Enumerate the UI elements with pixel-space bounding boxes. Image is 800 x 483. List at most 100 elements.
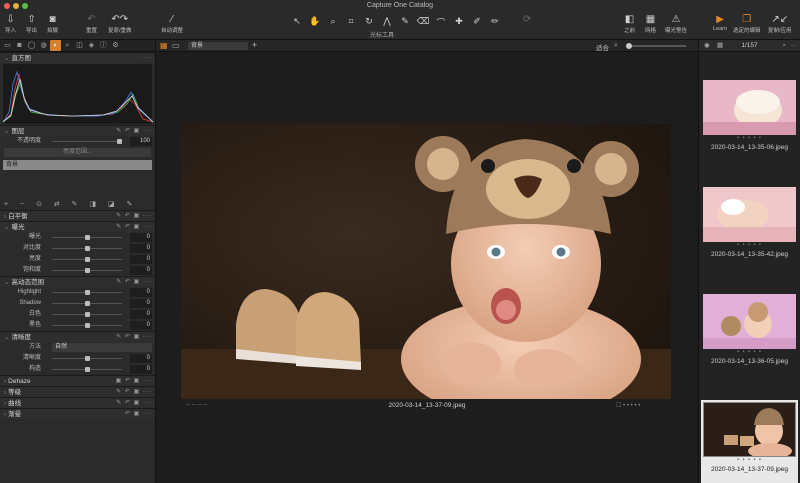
curves-header[interactable]: › 曲线 ✎ ↶ ▣ ··· bbox=[0, 397, 155, 408]
sync-button[interactable]: ⟳ bbox=[523, 14, 531, 26]
zoom-cursor-icon[interactable]: ⌕ bbox=[326, 16, 340, 29]
reset-button[interactable]: ↶ 重置 bbox=[86, 14, 97, 34]
slider-value[interactable]: 0 bbox=[130, 244, 152, 253]
auto-adjust-button[interactable]: ⁄ 自动调整 bbox=[161, 14, 183, 34]
batch-tab-icon[interactable]: ⚙ bbox=[110, 40, 121, 51]
grid-button[interactable]: ▦ 网格 bbox=[645, 14, 656, 34]
multi-view-icon[interactable]: ▭ bbox=[172, 41, 180, 50]
layers-header[interactable]: ⌄ 图层 ✎ ↶ ▣ ··· bbox=[0, 125, 155, 136]
annotate-cursor-icon[interactable]: ✏ bbox=[488, 16, 502, 29]
more-icon[interactable]: ··· bbox=[143, 53, 152, 64]
zoom-slider[interactable] bbox=[626, 43, 686, 49]
layer-item-background[interactable]: 背景 bbox=[3, 160, 152, 170]
thumbnail-4-selected[interactable]: • • • • • 2020-03-14_13-37-09.jpeg bbox=[701, 400, 798, 483]
slider-value[interactable]: 0 bbox=[130, 266, 152, 275]
refine-mask-button[interactable]: 亮度范围... bbox=[4, 148, 151, 157]
learn-button[interactable]: ▶ Learn bbox=[713, 14, 727, 32]
slider[interactable] bbox=[52, 356, 122, 361]
zoom-window-icon[interactable] bbox=[22, 3, 28, 9]
export-button[interactable]: ⇧ 导出 bbox=[26, 14, 37, 34]
eye-icon[interactable]: ◉ bbox=[704, 40, 710, 52]
thumbnail-rating[interactable]: • • • • • bbox=[701, 242, 798, 248]
main-photo[interactable] bbox=[181, 124, 671, 399]
output-tab-icon[interactable]: ◈ bbox=[86, 40, 97, 51]
adjustments-tab-icon[interactable]: ◫ bbox=[74, 40, 85, 51]
layer-tool-icons[interactable]: + − ⊙ ⇄ ✎ ◨ ◪ ✎ ⌫ bbox=[0, 200, 155, 218]
dehaze-header[interactable]: › Dehaze ▣ ↶ ▣ ··· bbox=[0, 375, 155, 386]
minimize-window-icon[interactable] bbox=[13, 3, 19, 9]
select-cursor-icon[interactable]: ↖ bbox=[290, 16, 304, 29]
clarity-method-select[interactable]: 自然 bbox=[52, 343, 152, 352]
slider[interactable] bbox=[52, 312, 122, 317]
heal-cursor-icon[interactable]: ✚ bbox=[452, 16, 466, 29]
zoom-fit-label[interactable]: 适合 bbox=[596, 42, 609, 52]
histogram bbox=[3, 64, 153, 124]
exposure-header[interactable]: ⌄ 曝光 ✎ ↶ ▣ ··· bbox=[0, 221, 155, 232]
more-icon[interactable]: ↶ ▣ ··· bbox=[125, 409, 152, 420]
image-rating[interactable]: ☐ • • • • • bbox=[616, 402, 640, 409]
slider[interactable] bbox=[52, 301, 122, 306]
thumbnail-3[interactable]: • • • • • 2020-03-14_13-36-05.jpeg bbox=[701, 292, 798, 388]
brush-cursor-icon[interactable]: ✎ bbox=[398, 16, 412, 29]
white-balance-header[interactable]: › 白平衡 ✎ ↶ ▣ ··· bbox=[0, 210, 155, 221]
hdr-header[interactable]: ⌄ 高动态范围 ✎ ↶ ▣ ··· bbox=[0, 276, 155, 287]
pan-cursor-icon[interactable]: ✋ bbox=[308, 16, 322, 29]
histogram-header[interactable]: ⌄ 直方图 ··· bbox=[0, 52, 155, 63]
slider[interactable] bbox=[52, 323, 122, 328]
slider-value[interactable]: 0 bbox=[130, 354, 152, 363]
clarity-header[interactable]: ⌄ 清晰度 ✎ ↶ ▣ ··· bbox=[0, 331, 155, 342]
thumbnail-rating[interactable]: • • • • • bbox=[701, 349, 798, 355]
slider[interactable] bbox=[52, 367, 122, 372]
layout-icon[interactable]: ▦ bbox=[717, 40, 723, 52]
image-viewer[interactable]: -- -- -- -- 2020-03-14_13-37-09.jpeg ☐ •… bbox=[156, 52, 698, 483]
details-tab-icon[interactable]: ⌕ bbox=[62, 40, 73, 51]
lens-tab-icon[interactable]: ◯ bbox=[26, 40, 37, 51]
capture-button[interactable]: ◙ 拍摄 bbox=[47, 14, 58, 34]
single-view-icon[interactable]: ▦ bbox=[160, 41, 168, 50]
metadata-tab-icon[interactable]: ⓘ bbox=[98, 40, 109, 51]
search-icon[interactable]: ⌕ bbox=[782, 40, 786, 52]
vignette-header[interactable]: › 渐晕 ↶ ▣ ··· bbox=[0, 408, 155, 419]
slider-value[interactable]: 0 bbox=[130, 233, 152, 242]
opacity-value[interactable]: 100 bbox=[130, 137, 152, 146]
library-tab-icon[interactable]: ▭ bbox=[2, 40, 13, 51]
window-controls[interactable] bbox=[4, 3, 28, 9]
gradient-cursor-icon[interactable]: ⌒ bbox=[434, 16, 448, 29]
opacity-slider[interactable] bbox=[52, 139, 122, 144]
slider[interactable] bbox=[52, 257, 122, 262]
slider-value[interactable]: 0 bbox=[130, 255, 152, 264]
zoom-out-icon[interactable]: ⌕ bbox=[614, 42, 618, 50]
thumbnail-rating[interactable]: • • • • • bbox=[701, 135, 798, 141]
color-tab-icon[interactable]: ◍ bbox=[38, 40, 49, 51]
levels-header[interactable]: › 等级 ✎ ↶ ▣ ··· bbox=[0, 386, 155, 397]
slider[interactable] bbox=[52, 235, 122, 240]
thumbnail-1[interactable]: • • • • • 2020-03-14_13-35-06.jpeg bbox=[701, 78, 798, 174]
slider-value[interactable]: 0 bbox=[130, 310, 152, 319]
crop-cursor-icon[interactable]: ⌗ bbox=[344, 16, 358, 29]
capture-tab-icon[interactable]: ◙ bbox=[14, 40, 25, 51]
slider-value[interactable]: 0 bbox=[130, 288, 152, 297]
edit-selected-button[interactable]: ❐ 选定的编辑 bbox=[733, 14, 761, 34]
import-button[interactable]: ⇩ 导入 bbox=[5, 14, 16, 34]
keystone-cursor-icon[interactable]: ⋀ bbox=[380, 16, 394, 29]
thumbnail-rating[interactable]: • • • • • bbox=[701, 457, 798, 463]
eraser-cursor-icon[interactable]: ⌫ bbox=[416, 16, 430, 29]
style-preset-select[interactable]: 背景 bbox=[188, 42, 248, 50]
rotate-cursor-icon[interactable]: ↻ bbox=[362, 16, 376, 29]
slider[interactable] bbox=[52, 246, 122, 251]
slider-value[interactable]: 0 bbox=[130, 365, 152, 374]
slider[interactable] bbox=[52, 268, 122, 273]
exposure-warning-button[interactable]: ⚠ 曝光警告 bbox=[665, 14, 687, 34]
slider-value[interactable]: 0 bbox=[130, 321, 152, 330]
close-window-icon[interactable] bbox=[4, 3, 10, 9]
slider-value[interactable]: 0 bbox=[130, 299, 152, 308]
before-button[interactable]: ◧ 之前 bbox=[624, 14, 635, 34]
slider[interactable] bbox=[52, 290, 122, 295]
exposure-tab-icon[interactable]: ◐ bbox=[50, 40, 61, 51]
undo-redo-button[interactable]: ↶↷ 复原/重做 bbox=[108, 14, 132, 34]
add-icon[interactable]: + bbox=[252, 40, 257, 50]
more-icon[interactable]: ··· bbox=[791, 40, 798, 52]
copy-apply-button[interactable]: ↗↙ 复制/应用 bbox=[768, 14, 792, 34]
picker-cursor-icon[interactable]: ✐ bbox=[470, 16, 484, 29]
thumbnail-2[interactable]: • • • • • 2020-03-14_13-35-42.jpeg bbox=[701, 185, 798, 281]
